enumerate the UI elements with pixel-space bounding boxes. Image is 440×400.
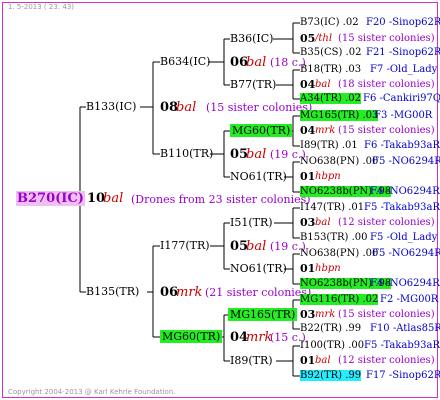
l3-id-0: B36(IC)	[230, 32, 274, 45]
l4-right-1: F21 -Sinop62R	[366, 47, 440, 58]
l4-left-8: I147(TR) .01	[300, 202, 365, 213]
l4-right-13: F10 -Atlas85R	[370, 323, 440, 334]
l3-race-6: mrk	[315, 309, 336, 320]
l4-right-10: F5 -NO6294R	[372, 248, 440, 259]
l4-right-3: F6 -Cankiri97Q	[363, 93, 440, 104]
l4-right-2: F7 -Old_Lady	[370, 64, 438, 75]
l3-gen-6: 03	[300, 308, 316, 321]
l4-right-5: F6 -Takab93aR	[364, 140, 440, 151]
l3-race-5: hbpn	[315, 263, 341, 274]
l2-race-2: bal	[246, 239, 267, 254]
l3-note-4: (12 sister colonies)	[338, 217, 435, 228]
l4-left-12: MG116(TR) .02	[300, 294, 379, 305]
l2-id-0: B634(IC)	[160, 55, 211, 68]
l4-right-14: F5 -Takab93aR	[364, 340, 440, 351]
l2-race-1: bal	[246, 147, 267, 162]
l3-race-2: mrk	[315, 125, 336, 136]
l4-right-6: F5 -NO6294R	[372, 156, 440, 167]
l4-right-9: F5 -Old_Lady	[370, 232, 438, 243]
l3-gen-3: 01	[300, 170, 316, 183]
l4-left-13: B22(TR) .99	[300, 323, 362, 334]
l2-id-2: I177(TR)	[160, 239, 210, 252]
l3-id-4: I51(TR)	[230, 216, 273, 229]
l4-right-11: F4 -NO6294R	[370, 278, 440, 289]
l3-note-6: (15 sister colonies)	[338, 309, 435, 320]
l3-race-7: bal	[315, 355, 331, 366]
l3-race-4: bal	[315, 217, 331, 228]
l4-left-9: B153(TR) .00	[300, 232, 368, 243]
l3-race-0: /thl	[315, 33, 333, 44]
l1-race-0: bal	[176, 100, 197, 115]
l4-left-4: MG165(TR) .03	[300, 110, 379, 121]
l4-left-1: B35(CS) .02	[300, 47, 362, 58]
l1-note-0: (15 sister colonies)	[206, 101, 313, 114]
root-queen-id: B270(IC)	[16, 191, 85, 206]
l4-right-15: F17 -Sinop62R	[366, 370, 440, 381]
l3-id-3: NO61(TR)	[230, 170, 287, 183]
l4-right-12: F2 -MG00R	[380, 294, 439, 305]
l3-id-5: NO61(TR)	[230, 262, 287, 275]
l2-race-3: mrk	[246, 330, 273, 345]
l4-left-2: B18(TR) .03	[300, 64, 362, 75]
l4-left-15: B92(TR) .99	[300, 370, 362, 381]
l3-gen-7: 01	[300, 354, 316, 367]
l4-left-0: B73(IC) .02	[300, 17, 359, 28]
l2-race-0: bal	[246, 55, 267, 70]
l1-race-1: mrk	[176, 285, 203, 300]
l3-note-7: (12 sister colonies)	[338, 355, 435, 366]
l4-left-5: I89(TR) .01	[300, 140, 358, 151]
l4-right-8: F5 -Takab93aR	[364, 202, 440, 213]
l3-note-2: (15 sister colonies)	[338, 125, 435, 136]
l3-gen-2: 04	[300, 124, 316, 137]
root-drones-note: (Drones from 23 sister colonies)	[131, 193, 311, 206]
l1-id-0: B133(IC)	[86, 100, 137, 113]
copyright-footer: Copyright 2004-2013 @ Karl Kehrle Founda…	[8, 388, 176, 396]
l3-race-1: bal	[315, 79, 331, 90]
l4-left-3: A34(TR) .02	[300, 93, 362, 104]
l4-left-10: NO638(PN) .00	[300, 248, 379, 259]
l2-id-3: MG60(TR)	[160, 330, 223, 343]
l4-right-7: F4 -NO6294R	[370, 186, 440, 197]
l4-left-6: NO638(PN) .00	[300, 156, 379, 167]
l3-gen-4: 03	[300, 216, 316, 229]
l4-right-4: F3 -MG00R	[374, 110, 433, 121]
l3-id-6: MG165(TR)	[228, 308, 298, 321]
timestamp-header: 1. 5-2013 ( 23: 43)	[8, 3, 75, 11]
l3-note-1: (18 sister colonies)	[338, 79, 435, 90]
l4-left-14: I100(TR) .00	[300, 340, 365, 351]
l3-gen-1: 04	[300, 78, 316, 91]
root-race: bal	[103, 191, 124, 206]
l1-note-1: (21 sister colonies)	[205, 286, 312, 299]
l3-id-1: B77(TR)	[230, 78, 277, 91]
l1-id-1: B135(TR)	[86, 285, 140, 298]
l4-right-0: F20 -Sinop62R	[366, 17, 440, 28]
l3-gen-5: 01	[300, 262, 316, 275]
l2-id-1: B110(TR)	[160, 147, 214, 160]
l3-race-3: hbpn	[315, 171, 341, 182]
l3-gen-0: 05	[300, 32, 316, 45]
l3-id-2: MG60(TR)	[230, 124, 293, 137]
l3-id-7: I89(TR)	[230, 354, 273, 367]
l3-note-0: (15 sister colonies)	[338, 33, 435, 44]
